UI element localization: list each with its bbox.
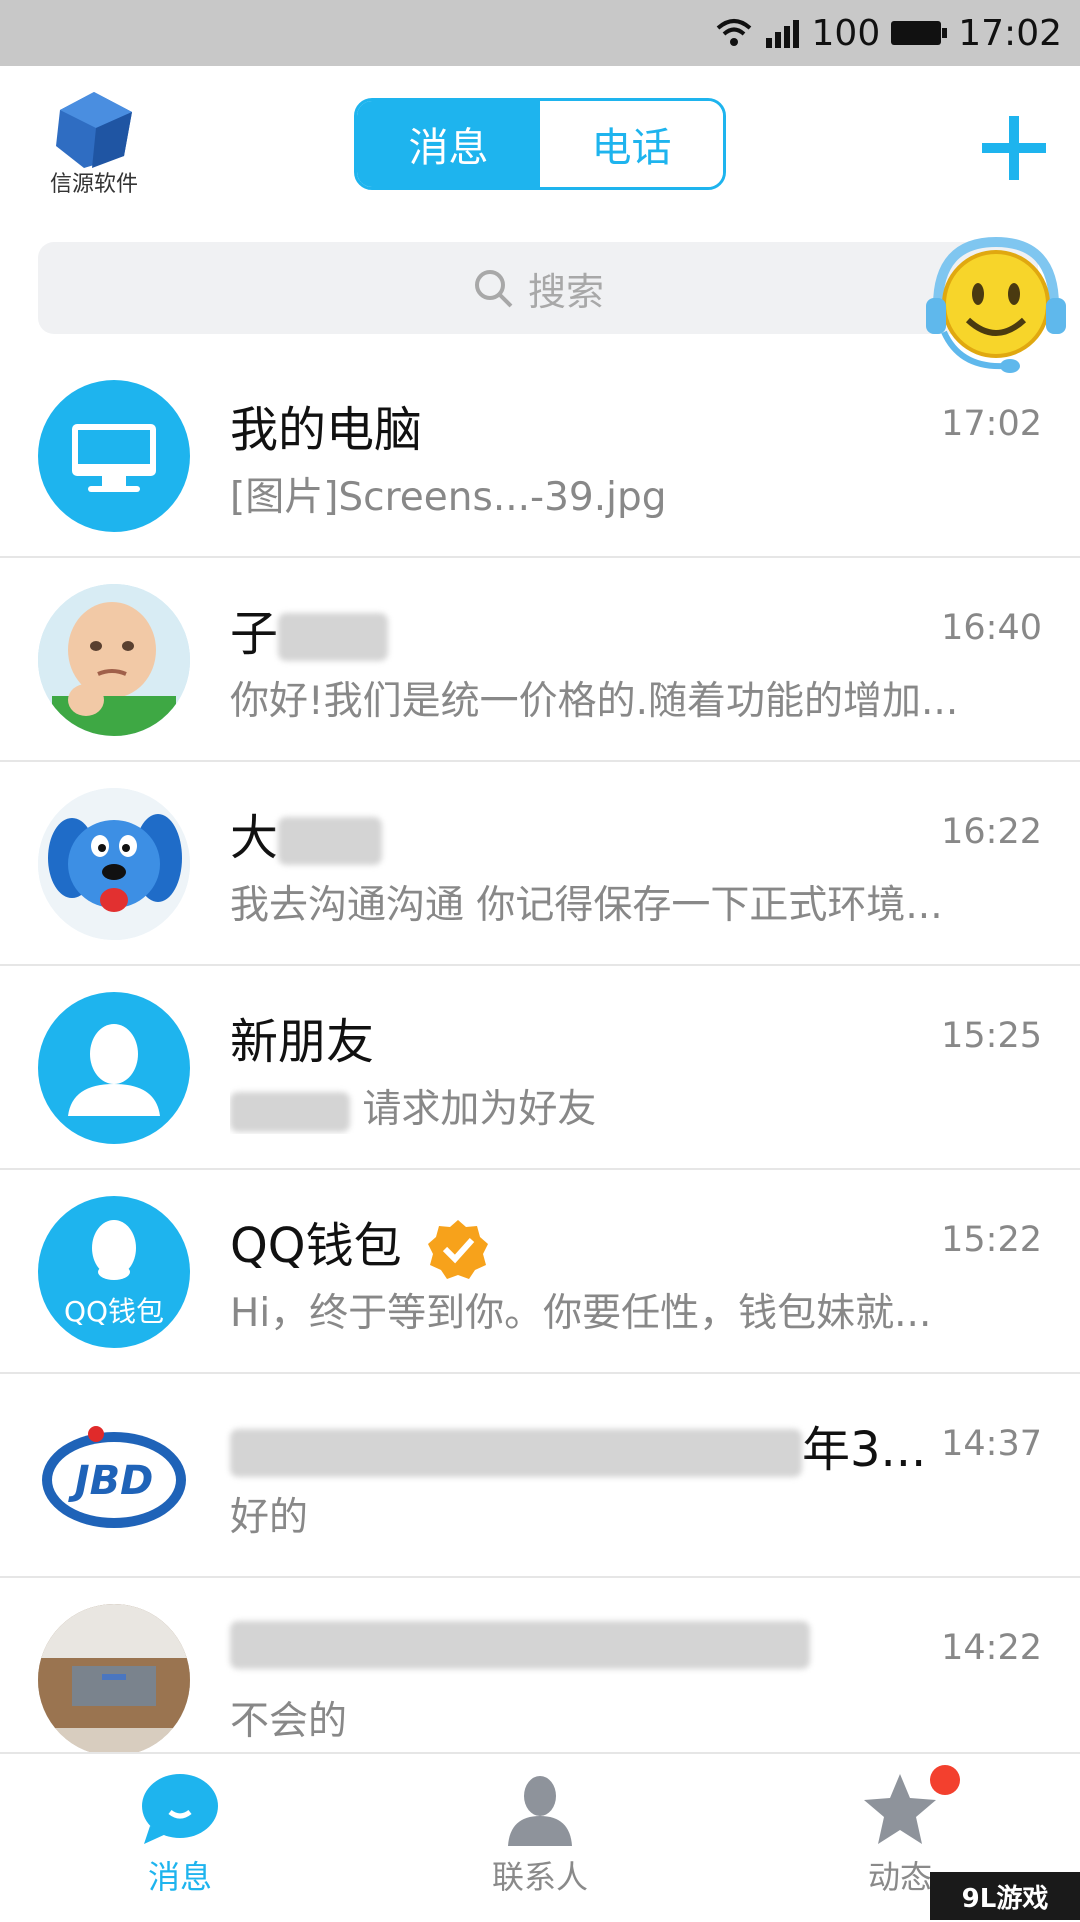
avatar <box>38 992 190 1144</box>
office-photo-icon <box>38 1604 190 1756</box>
segment-control: 消息 电话 <box>354 98 726 190</box>
conversation-name: QQ钱包 <box>230 1206 489 1280</box>
status-time: 17:02 <box>958 12 1062 54</box>
conversation-row[interactable]: 我的电脑 17:02 [图片]Screens...-39.jpg <box>0 354 1080 558</box>
avatar-text: QQ钱包 <box>63 1295 165 1328</box>
conversation-row[interactable]: 大 16:22 我去沟通沟通 你记得保存一下正式环境... <box>0 762 1080 966</box>
preview-text: 请求加为好友 <box>362 1087 597 1132</box>
avatar <box>38 380 190 532</box>
verified-badge-icon <box>427 1220 488 1279</box>
conversation-preview: Hi，终于等到你。你要任性，钱包妹就... <box>230 1291 932 1336</box>
computer-icon <box>72 424 156 492</box>
logo-text: 信源软件 <box>49 172 138 197</box>
search-bar[interactable]: 搜索 <box>38 242 1038 334</box>
avatar: JBD <box>38 1400 190 1552</box>
name-text: 子 <box>230 606 279 662</box>
baby-photo-icon <box>38 584 190 736</box>
conversation-name: 子 <box>230 594 389 664</box>
conversation-row[interactable]: 子 16:40 你好!我们是统一价格的.随着功能的增加... <box>0 558 1080 762</box>
star-icon <box>864 1774 936 1844</box>
contact-person-icon <box>508 1776 572 1846</box>
search-placeholder: 搜索 <box>527 269 604 314</box>
tab-label: 动态 <box>867 1858 932 1896</box>
conversation-row[interactable]: JBD 年3... 14:37 好的 <box>0 1374 1080 1578</box>
conversation-preview: 好的 <box>230 1495 309 1540</box>
tab-calls[interactable]: 电话 <box>540 101 723 187</box>
person-icon <box>68 1024 160 1116</box>
blurred-sender <box>230 1091 350 1132</box>
avatar: QQ钱包 <box>38 1196 190 1348</box>
conversation-time: 15:25 <box>941 1016 1042 1056</box>
battery-icon <box>891 21 948 45</box>
search-icon <box>474 270 513 308</box>
tab-messages[interactable]: 消息 <box>357 101 540 187</box>
avatar <box>38 788 190 940</box>
avatar <box>38 584 190 736</box>
conversation-preview: 请求加为好友 <box>230 1078 1020 1134</box>
add-icon[interactable] <box>976 110 1052 186</box>
avatar-text: JBD <box>74 1458 154 1504</box>
wifi-icon <box>716 19 751 46</box>
tab-label: 联系人 <box>491 1858 588 1896</box>
tab-messages-bottom[interactable]: 消息 <box>80 1772 280 1898</box>
conversation-list: 我的电脑 17:02 [图片]Screens...-39.jpg 子 16:40… <box>0 354 1080 1782</box>
conversation-row[interactable]: 新朋友 15:25 请求加为好友 <box>0 966 1080 1170</box>
status-bar: 100 17:02 <box>0 0 1080 66</box>
app-header: 信源软件 消息 电话 <box>0 66 1080 236</box>
avatar <box>38 1604 190 1756</box>
name-text: 年3... <box>802 1422 927 1478</box>
battery-level: 100 <box>811 12 881 54</box>
signal-icon <box>765 20 799 48</box>
conversation-time: 16:40 <box>941 608 1042 648</box>
name-text: 大 <box>230 810 279 866</box>
conversation-preview: 你好!我们是统一价格的.随着功能的增加... <box>230 679 959 724</box>
conversation-preview: 不会的 <box>230 1699 348 1744</box>
notification-dot <box>930 1765 960 1795</box>
tab-label: 消息 <box>147 1858 212 1896</box>
conversation-name: 大 <box>230 798 383 868</box>
blurred-name <box>230 1621 810 1669</box>
conversation-row[interactable]: QQ钱包 QQ钱包 15:22 Hi，终于等到你。你要任性，钱包妹就... <box>0 1170 1080 1374</box>
conversation-name <box>230 1614 810 1670</box>
conversation-name: 我的电脑 <box>230 402 423 458</box>
name-text: QQ钱包 <box>230 1218 402 1274</box>
blurred-name <box>278 613 389 661</box>
conversation-time: 14:37 <box>941 1424 1042 1464</box>
conversation-name: 年3... <box>230 1410 926 1480</box>
conversation-time: 16:22 <box>941 812 1042 852</box>
blue-dog-icon <box>38 788 190 940</box>
tab-contacts[interactable]: 联系人 <box>440 1772 640 1898</box>
watermark: 9L游戏 <box>930 1872 1080 1920</box>
conversation-preview: [图片]Screens...-39.jpg <box>230 475 667 520</box>
conversation-name: 新朋友 <box>230 1014 375 1070</box>
message-bubble-icon <box>142 1774 218 1844</box>
blurred-name <box>230 1429 802 1477</box>
conversation-time: 14:22 <box>941 1628 1042 1668</box>
blurred-name <box>278 817 383 865</box>
bottom-tab-bar: 消息 联系人 动态 <box>0 1752 1080 1922</box>
app-logo[interactable]: 信源软件 <box>44 88 144 198</box>
conversation-time: 15:22 <box>941 1220 1042 1260</box>
cube-logo-icon <box>56 92 132 168</box>
conversation-preview: 我去沟通沟通 你记得保存一下正式环境... <box>230 883 943 928</box>
conversation-time: 17:02 <box>941 404 1042 444</box>
